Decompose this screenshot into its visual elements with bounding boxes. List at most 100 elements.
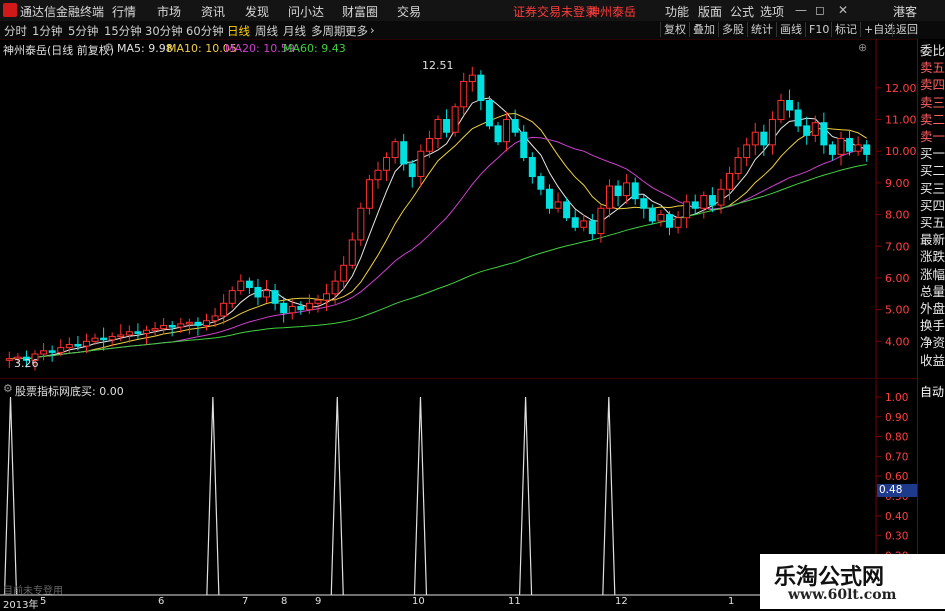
candle-body[interactable] xyxy=(237,280,245,292)
close-button[interactable]: ✕ xyxy=(838,3,848,17)
tab-daily[interactable]: 日线 xyxy=(227,23,250,39)
candle-body[interactable] xyxy=(666,214,674,228)
zoom-icon[interactable]: ⊕ xyxy=(858,41,867,54)
multi-stock-button[interactable]: 多股 xyxy=(718,22,747,37)
side-label[interactable]: 买二 xyxy=(920,163,945,178)
candle-body[interactable] xyxy=(588,220,596,235)
tab-1min[interactable]: 1分钟 xyxy=(32,23,62,39)
adjust-button[interactable]: 复权 xyxy=(660,22,689,37)
candle-body[interactable] xyxy=(297,305,305,311)
candle-body[interactable] xyxy=(185,321,193,325)
side-label[interactable]: 委比 xyxy=(920,43,945,58)
candle-body[interactable] xyxy=(271,290,279,304)
side-label[interactable]: 卖三 xyxy=(920,95,945,110)
candle-body[interactable] xyxy=(683,201,691,219)
candle-body[interactable] xyxy=(571,217,579,228)
restore-button[interactable]: ◻ xyxy=(815,3,825,17)
candle-body[interactable] xyxy=(494,125,502,143)
candle-body[interactable] xyxy=(348,239,356,266)
candle-body[interactable] xyxy=(305,302,313,311)
candle-body[interactable] xyxy=(220,302,228,317)
side-label[interactable]: 买五 xyxy=(920,215,945,230)
menu-quotes[interactable]: 行情 xyxy=(112,3,136,20)
candle-body[interactable] xyxy=(786,100,794,111)
tab-30min[interactable]: 30分钟 xyxy=(145,23,183,39)
candle-body[interactable] xyxy=(708,195,716,206)
side-label[interactable]: 总量 xyxy=(920,284,945,299)
candle-body[interactable] xyxy=(177,323,185,328)
tab-monthly[interactable]: 月线 xyxy=(283,23,306,39)
candle-body[interactable] xyxy=(5,358,13,361)
candle-body[interactable] xyxy=(211,315,219,322)
candle-body[interactable] xyxy=(854,144,862,152)
candle-body[interactable] xyxy=(340,264,348,282)
candle-body[interactable] xyxy=(545,188,553,209)
minimize-button[interactable]: — xyxy=(795,3,807,17)
candle-body[interactable] xyxy=(648,207,656,222)
candle-body[interactable] xyxy=(451,106,459,133)
candle-body[interactable] xyxy=(108,336,116,341)
candle-body[interactable] xyxy=(674,217,682,228)
candle-body[interactable] xyxy=(48,350,56,353)
candle-body[interactable] xyxy=(383,157,391,171)
candle-body[interactable] xyxy=(82,340,90,347)
main-chart[interactable]: 12.00 11.00 10.00 9.00 8.00 7.00 6.00 5.00 4.00 … xyxy=(0,39,917,379)
candle-body[interactable] xyxy=(828,144,836,155)
candle-body[interactable] xyxy=(614,185,622,197)
candle-body[interactable] xyxy=(125,331,133,336)
candle-body[interactable] xyxy=(40,350,48,355)
stats-button[interactable]: 统计 xyxy=(747,22,776,37)
side-label[interactable]: 卖四 xyxy=(920,77,945,92)
candle-body[interactable] xyxy=(743,144,751,159)
draw-line-button[interactable]: 画线 xyxy=(776,22,805,37)
candle-body[interactable] xyxy=(640,198,648,209)
candle-body[interactable] xyxy=(91,337,99,342)
candle-body[interactable] xyxy=(726,172,734,190)
side-label[interactable]: 买四 xyxy=(920,198,945,213)
candle-body[interactable] xyxy=(142,329,150,334)
login-notice[interactable]: 证券交易未登录 xyxy=(513,3,597,20)
candle-body[interactable] xyxy=(820,122,828,146)
candle-body[interactable] xyxy=(194,321,202,326)
candle-body[interactable] xyxy=(468,74,476,83)
menu-market[interactable]: 市场 xyxy=(157,3,181,20)
candle-body[interactable] xyxy=(460,81,468,108)
candle-body[interactable] xyxy=(631,182,639,200)
candle-body[interactable] xyxy=(846,138,854,152)
menu-xiaoda[interactable]: 问小达 xyxy=(288,3,324,20)
candle-body[interactable] xyxy=(263,290,271,298)
candle-body[interactable] xyxy=(477,74,485,102)
candle-body[interactable] xyxy=(357,207,365,241)
candle-body[interactable] xyxy=(597,207,605,235)
candle-body[interactable] xyxy=(691,201,699,209)
candle-body[interactable] xyxy=(280,302,288,314)
candle-body[interactable] xyxy=(228,290,236,304)
settings-icon[interactable]: ⚙ xyxy=(104,41,114,54)
candle-body[interactable] xyxy=(717,188,725,206)
candle-body[interactable] xyxy=(657,214,665,222)
candle-body[interactable] xyxy=(374,169,382,181)
menu-news[interactable]: 资讯 xyxy=(201,3,225,20)
side-label[interactable]: 最新 xyxy=(920,232,945,247)
candle-body[interactable] xyxy=(434,119,442,140)
candle-body[interactable] xyxy=(100,337,108,341)
candle-body[interactable] xyxy=(734,157,742,174)
candle-body[interactable] xyxy=(554,201,562,209)
candle-body[interactable] xyxy=(57,347,65,353)
candle-body[interactable] xyxy=(400,141,408,165)
side-label[interactable]: 卖二 xyxy=(920,112,945,127)
candle-body[interactable] xyxy=(245,280,253,288)
menu-function[interactable]: 功能 xyxy=(665,3,689,20)
candle-body[interactable] xyxy=(391,141,399,159)
candle-body[interactable] xyxy=(777,100,785,121)
candle-body[interactable] xyxy=(117,334,125,338)
candle-body[interactable] xyxy=(408,163,416,178)
candle-body[interactable] xyxy=(134,331,142,334)
tab-more[interactable]: 更多 xyxy=(345,23,368,39)
candle-body[interactable] xyxy=(803,125,811,136)
side-label[interactable]: 买三 xyxy=(920,181,945,196)
tab-15min[interactable]: 15分钟 xyxy=(104,23,142,39)
side-label[interactable]: 卖五 xyxy=(920,60,945,75)
auto-label[interactable]: 自动 xyxy=(920,385,945,400)
overlay-button[interactable]: 叠加 xyxy=(689,22,718,37)
